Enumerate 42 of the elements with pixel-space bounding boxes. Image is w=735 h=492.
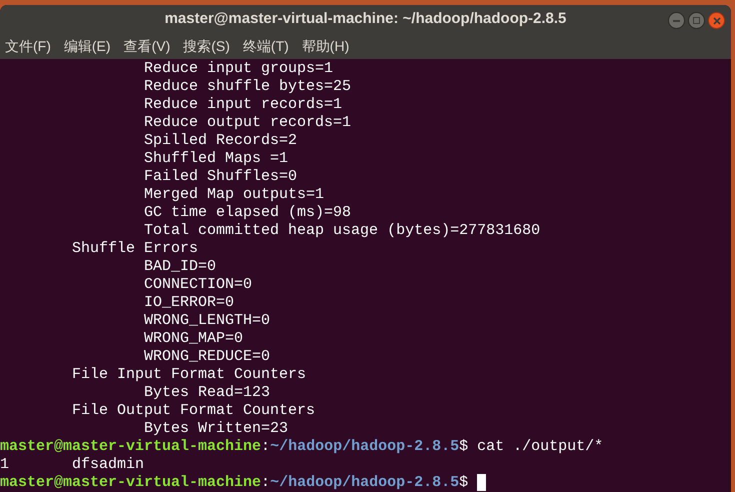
terminal-output-line: Bytes Written=23: [143, 420, 288, 438]
terminal-output-line: WRONG_REDUCE=0: [143, 348, 270, 366]
menu-item[interactable]: 文件(F): [5, 36, 51, 58]
menu-item[interactable]: 搜索(S): [183, 36, 230, 58]
menu-item[interactable]: 查看(V): [124, 36, 170, 58]
command-text: cat ./output/*: [477, 438, 604, 456]
menu-item[interactable]: 编辑(E): [64, 36, 111, 58]
prompt-path: ~/hadoop/hadoop-2.8.5: [270, 474, 460, 492]
terminal-output-line: File Output Format Counters: [71, 402, 316, 420]
terminal-output-line: WRONG_LENGTH=0: [143, 312, 270, 330]
terminal-output-line: Reduce shuffle bytes=25: [143, 78, 352, 96]
terminal-output-line: Merged Map outputs=1: [143, 186, 324, 204]
menu-item[interactable]: 帮助(H): [302, 36, 350, 58]
prompt-user: master@master-virtual-machine: [0, 438, 262, 456]
menu-item[interactable]: 终端(T): [242, 36, 289, 58]
prompt-colon: :: [261, 474, 270, 492]
terminal-output-line: File Input Format Counters: [71, 366, 306, 384]
prompt-symbol: $: [459, 438, 468, 456]
terminal-output-line: BAD_ID=0: [143, 258, 216, 276]
terminal-output-line: Total committed heap usage (bytes)=277831680: [143, 222, 540, 240]
terminal-output-line: Spilled Records=2: [143, 132, 298, 150]
terminal-output-line: Reduce input records=1: [143, 96, 342, 114]
terminal-output-line: 1 dfsadmin: [0, 456, 144, 474]
terminal-output-line: Reduce input groups=1: [143, 60, 334, 78]
close-icon: [712, 16, 720, 24]
close-button[interactable]: [708, 12, 725, 29]
maximize-button[interactable]: [688, 12, 705, 29]
prompt-colon: :: [261, 438, 270, 456]
terminal-output-line: Shuffled Maps =1: [143, 150, 288, 168]
prompt-symbol: $: [459, 474, 468, 492]
terminal-output-line: WRONG_MAP=0: [143, 330, 244, 348]
prompt-user: master@master-virtual-machine: [0, 474, 262, 492]
terminal-output-line: CONNECTION=0: [143, 276, 252, 294]
window-title: master@master-virtual-machine: ~/hadoop/hadoop-2.8.5: [164, 9, 566, 30]
terminal-output-line: Reduce output records=1: [143, 114, 352, 132]
terminal-output-line: Bytes Read=123: [143, 384, 270, 402]
terminal-output-line: GC time elapsed (ms)=98: [143, 204, 352, 222]
terminal-output-line: Failed Shuffles=0: [143, 168, 298, 186]
minimize-button[interactable]: [668, 12, 685, 29]
terminal-output-line: IO_ERROR=0: [143, 294, 234, 312]
prompt-path: ~/hadoop/hadoop-2.8.5: [270, 438, 460, 456]
terminal-output-line: Shuffle Errors: [71, 240, 198, 258]
